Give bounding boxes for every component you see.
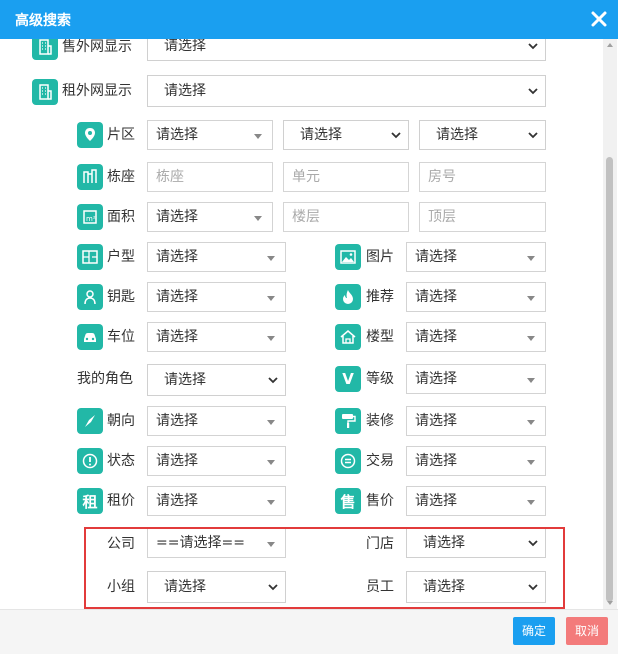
area-label: 片区 bbox=[107, 127, 135, 143]
decoration-select[interactable]: 请选择 bbox=[406, 406, 546, 436]
rent-price-select[interactable]: 请选择 bbox=[147, 486, 286, 516]
room-number-input[interactable] bbox=[419, 162, 546, 192]
decoration-label: 装修 bbox=[366, 413, 394, 429]
compass-icon bbox=[77, 408, 103, 434]
info-icon bbox=[77, 448, 103, 474]
flame-icon bbox=[335, 284, 361, 310]
dropdown-arrow-icon bbox=[527, 378, 535, 383]
status-label: 状态 bbox=[107, 453, 135, 469]
dropdown-arrow-icon bbox=[267, 420, 275, 425]
layout-select[interactable]: 请选择 bbox=[147, 242, 286, 272]
dialog-title: 高级搜索 bbox=[15, 13, 71, 29]
dropdown-arrow-icon bbox=[527, 460, 535, 465]
dropdown-arrow-icon bbox=[267, 336, 275, 341]
orientation-select[interactable]: 请选择 bbox=[147, 406, 286, 436]
dropdown-arrow-icon bbox=[267, 256, 275, 261]
building-blocks-icon bbox=[77, 164, 103, 190]
status-select[interactable]: 请选择 bbox=[147, 446, 286, 476]
area-size-icon: m² bbox=[77, 204, 103, 230]
close-icon[interactable] bbox=[590, 10, 608, 28]
recommend-label: 推荐 bbox=[366, 289, 394, 305]
scrollbar-thumb[interactable] bbox=[606, 157, 613, 602]
layout-label: 户型 bbox=[107, 249, 135, 265]
building-label: 栋座 bbox=[107, 169, 135, 185]
rent-price-label: 租价 bbox=[107, 493, 135, 509]
picture-label: 图片 bbox=[366, 249, 394, 265]
parking-select[interactable]: 请选择 bbox=[147, 322, 286, 352]
dropdown-arrow-icon bbox=[527, 500, 535, 505]
scroll-down-arrow-icon[interactable] bbox=[607, 601, 613, 605]
my-role-select[interactable]: 请选择 bbox=[147, 364, 286, 396]
chevron-down-icon bbox=[268, 377, 278, 384]
sale-icon: 售 bbox=[335, 488, 361, 514]
picture-icon bbox=[335, 244, 361, 270]
rent-web-select[interactable]: 请选择 bbox=[147, 75, 546, 107]
key-icon bbox=[77, 284, 103, 310]
parking-label: 车位 bbox=[107, 329, 135, 345]
picture-select[interactable]: 请选择 bbox=[406, 242, 546, 272]
location-icon bbox=[77, 122, 103, 148]
chevron-down-icon bbox=[528, 43, 538, 50]
sales-web-select[interactable]: 请选择 bbox=[147, 39, 546, 61]
dropdown-arrow-icon bbox=[254, 134, 262, 139]
top-floor-input[interactable] bbox=[419, 202, 546, 232]
building-type-select[interactable]: 请选择 bbox=[406, 322, 546, 352]
size-label: 面积 bbox=[107, 209, 135, 225]
cancel-button[interactable]: 取消 bbox=[566, 617, 608, 645]
dropdown-arrow-icon bbox=[527, 296, 535, 301]
chevron-down-icon bbox=[528, 132, 538, 139]
dropdown-arrow-icon bbox=[267, 500, 275, 505]
house-type-icon bbox=[335, 324, 361, 350]
rent-web-label: 租外网显示 bbox=[62, 83, 132, 99]
key-label: 钥匙 bbox=[107, 289, 135, 305]
grade-select[interactable]: 请选择 bbox=[406, 364, 546, 394]
transaction-select[interactable]: 请选择 bbox=[406, 446, 546, 476]
dropdown-arrow-icon bbox=[267, 296, 275, 301]
svg-text:m²: m² bbox=[86, 215, 96, 223]
orientation-label: 朝向 bbox=[107, 413, 135, 429]
transaction-label: 交易 bbox=[366, 453, 394, 469]
chevron-down-icon bbox=[528, 88, 538, 95]
dropdown-arrow-icon bbox=[527, 256, 535, 261]
floor-input[interactable] bbox=[283, 202, 409, 232]
unit-input[interactable] bbox=[283, 162, 409, 192]
dropdown-arrow-icon bbox=[254, 216, 262, 221]
subzone-select[interactable]: 请选择 bbox=[419, 120, 546, 150]
floorplan-icon bbox=[77, 244, 103, 270]
paint-roller-icon bbox=[335, 408, 361, 434]
confirm-button[interactable]: 确定 bbox=[513, 617, 555, 645]
key-select[interactable]: 请选择 bbox=[147, 282, 286, 312]
vertical-scrollbar[interactable] bbox=[603, 39, 617, 609]
chevron-down-icon bbox=[391, 132, 401, 139]
highlight-box bbox=[84, 527, 565, 609]
dropdown-arrow-icon bbox=[527, 336, 535, 341]
building-input[interactable] bbox=[147, 162, 273, 192]
grade-label: 等级 bbox=[366, 371, 394, 387]
building-icon bbox=[32, 39, 58, 60]
dropdown-arrow-icon bbox=[527, 420, 535, 425]
dropdown-arrow-icon bbox=[267, 460, 275, 465]
building-type-label: 楼型 bbox=[366, 329, 394, 345]
dialog-title-bar: 高级搜索 bbox=[0, 0, 618, 39]
car-icon bbox=[77, 324, 103, 350]
exchange-icon bbox=[335, 448, 361, 474]
grade-v-icon: V bbox=[335, 366, 361, 392]
zone-select[interactable]: 请选择 bbox=[283, 120, 409, 150]
building-icon bbox=[32, 79, 58, 105]
sale-price-label: 售价 bbox=[366, 493, 394, 509]
search-form: 售外网显示 请选择 租外网显示 请选择 片区 请选择 请选择 请选择 栋座 m²… bbox=[0, 39, 602, 609]
recommend-select[interactable]: 请选择 bbox=[406, 282, 546, 312]
size-select[interactable]: 请选择 bbox=[147, 202, 273, 232]
scroll-up-arrow-icon[interactable] bbox=[607, 43, 613, 47]
district-select[interactable]: 请选择 bbox=[147, 120, 273, 150]
dialog-footer: 确定 取消 bbox=[0, 609, 618, 654]
sales-web-label: 售外网显示 bbox=[62, 39, 132, 55]
my-role-label: 我的角色 bbox=[77, 371, 133, 387]
sale-price-select[interactable]: 请选择 bbox=[406, 486, 546, 516]
rent-icon: 租 bbox=[77, 488, 103, 514]
